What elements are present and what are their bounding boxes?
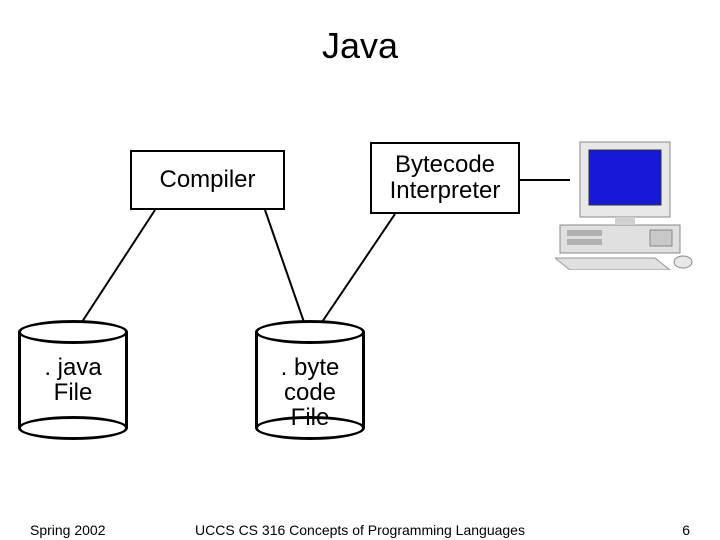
slide-title: Java xyxy=(0,25,720,67)
compiler-label: Compiler xyxy=(159,167,255,193)
java-file-cylinder: . javaFile xyxy=(18,320,128,440)
bytecode-file-label: . bytecodeFile xyxy=(255,355,365,431)
compiler-box: Compiler xyxy=(130,150,285,210)
interpreter-box: Bytecode Interpreter xyxy=(370,142,520,214)
interpreter-label: Bytecode Interpreter xyxy=(372,152,518,205)
footer-page-number: 6 xyxy=(682,522,690,538)
computer-icon xyxy=(555,130,695,270)
bytecode-file-cylinder: . bytecodeFile xyxy=(255,320,365,440)
footer-course: UCCS CS 316 Concepts of Programming Lang… xyxy=(0,522,720,538)
java-file-label: . javaFile xyxy=(18,355,128,405)
